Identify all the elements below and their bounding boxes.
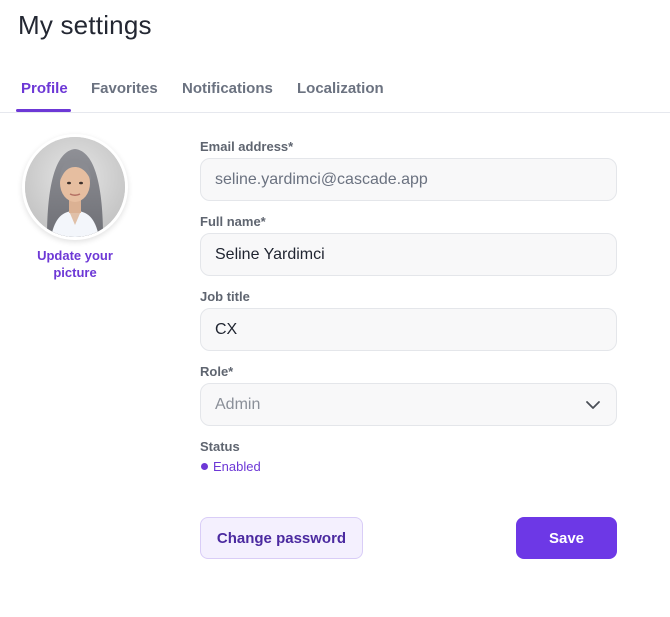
profile-photo-icon [25, 137, 125, 237]
change-password-button[interactable]: Change password [200, 517, 363, 559]
full-name-field[interactable]: Seline Yardimci [200, 233, 617, 276]
active-tab-indicator [16, 109, 71, 112]
save-button[interactable]: Save [516, 517, 617, 559]
settings-tabs: Profile Favorites Notifications Localiza… [0, 76, 670, 113]
tab-favorites[interactable]: Favorites [91, 80, 158, 97]
status-badge: Enabled [201, 459, 261, 474]
update-picture-link[interactable]: Update your picture [25, 247, 125, 281]
job-title-label: Job title [200, 289, 250, 304]
avatar[interactable] [22, 134, 128, 240]
email-label: Email address* [200, 139, 294, 154]
page-title: My settings [18, 10, 152, 40]
tab-localization[interactable]: Localization [297, 80, 384, 97]
email-field[interactable]: seline.yardimci@cascade.app [200, 158, 617, 201]
role-select[interactable]: Admin [200, 383, 617, 426]
role-value: Admin [215, 395, 261, 413]
status-dot-icon [201, 463, 208, 470]
job-title-value: CX [215, 320, 238, 338]
role-label: Role* [200, 364, 234, 379]
avatar-photo [25, 137, 125, 237]
full-name-value: Seline Yardimci [215, 245, 325, 263]
status-label: Status [200, 439, 240, 454]
tab-profile[interactable]: Profile [21, 80, 68, 97]
chevron-down-icon [586, 400, 600, 409]
job-title-field[interactable]: CX [200, 308, 617, 351]
full-name-label: Full name* [200, 214, 266, 229]
email-value: seline.yardimci@cascade.app [215, 170, 428, 188]
tab-notifications[interactable]: Notifications [182, 80, 273, 97]
status-value: Enabled [213, 459, 261, 474]
